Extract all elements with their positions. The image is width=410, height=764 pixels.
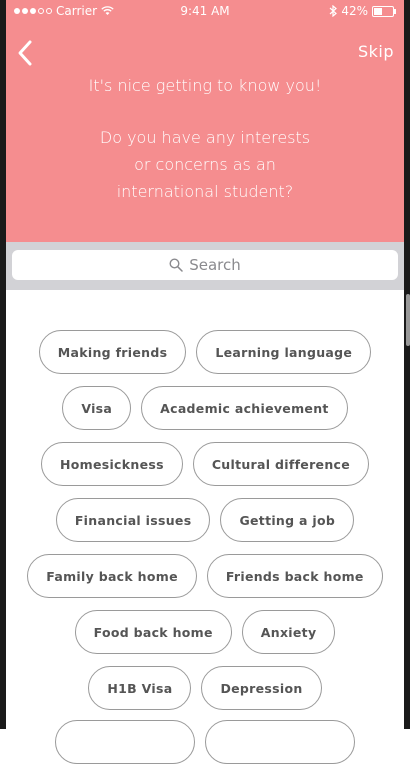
tag-row: Food back home Anxiety <box>6 610 404 654</box>
back-button[interactable] <box>12 38 38 68</box>
tag-learning-language[interactable]: Learning language <box>196 330 372 374</box>
tag-row: Visa Academic achievement <box>6 386 404 430</box>
status-right: 42% <box>329 4 396 18</box>
battery-icon <box>372 5 396 17</box>
chevron-left-icon <box>18 40 32 66</box>
device-frame-right <box>404 0 410 729</box>
tag-food-back-home[interactable]: Food back home <box>74 610 232 654</box>
tag-financial-issues[interactable]: Financial issues <box>55 498 211 542</box>
status-bar: Carrier 9:41 AM 42% <box>6 0 404 22</box>
search-bar: Search <box>6 242 404 290</box>
tag-row-partial <box>6 720 404 764</box>
search-placeholder: Search <box>189 256 241 274</box>
header: Carrier 9:41 AM 42% Skip It's nice getti… <box>6 0 404 242</box>
tag-family-back-home[interactable]: Family back home <box>27 554 197 598</box>
tag-homesickness[interactable]: Homesickness <box>40 442 183 486</box>
search-icon <box>169 258 183 272</box>
tag-anxiety[interactable]: Anxiety <box>241 610 336 654</box>
bluetooth-icon <box>329 5 338 17</box>
tag-partial[interactable] <box>55 720 195 764</box>
tag-row: Homesickness Cultural difference <box>6 442 404 486</box>
tag-row: Financial issues Getting a job <box>6 498 404 542</box>
battery-percent: 42% <box>341 4 368 18</box>
tag-row: Making friends Learning language <box>6 330 404 374</box>
tag-row: H1B Visa Depression <box>6 666 404 710</box>
tag-cultural-difference[interactable]: Cultural difference <box>192 442 370 486</box>
tag-row: Family back home Friends back home <box>6 554 404 598</box>
tag-making-friends[interactable]: Making friends <box>38 330 187 374</box>
skip-button[interactable]: Skip <box>358 42 394 61</box>
tag-friends-back-home[interactable]: Friends back home <box>206 554 383 598</box>
tag-getting-a-job[interactable]: Getting a job <box>220 498 355 542</box>
tag-depression[interactable]: Depression <box>201 666 322 710</box>
search-input[interactable]: Search <box>12 250 398 280</box>
tag-h1b-visa[interactable]: H1B Visa <box>88 666 192 710</box>
greeting-text: It's nice getting to know you! <box>88 76 322 95</box>
tag-visa[interactable]: Visa <box>62 386 132 430</box>
scroll-indicator[interactable] <box>406 294 410 346</box>
device-frame-left <box>0 0 6 729</box>
tag-academic-achievement[interactable]: Academic achievement <box>141 386 348 430</box>
tag-partial[interactable] <box>205 720 355 764</box>
question-text: Do you have any interests or concerns as… <box>99 128 311 201</box>
